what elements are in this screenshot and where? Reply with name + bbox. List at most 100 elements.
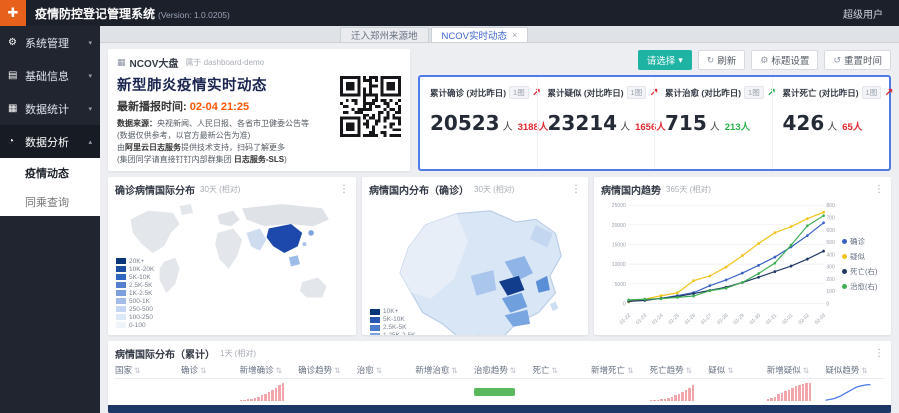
legend-item[interactable]: 治愈(右): [842, 281, 884, 292]
sort-icon[interactable]: ⇅: [627, 366, 633, 375]
stat-unit: 人: [827, 122, 838, 133]
reset-time-button[interactable]: ↺ 重置时间: [824, 50, 891, 70]
sort-icon[interactable]: ⇅: [134, 366, 140, 375]
dashboard-grid-icon: ▦: [117, 57, 126, 67]
sort-icon[interactable]: ⇅: [686, 366, 692, 375]
dashboard: ▦ NCOV大盘 属于 dashboard-demo 新型肺炎疫情实时动态 最新…: [100, 43, 899, 413]
kebab-menu-icon[interactable]: ⋮: [571, 184, 581, 195]
table-cell: [766, 379, 826, 405]
sort-icon[interactable]: ⇅: [276, 366, 282, 375]
svg-text:01-25: 01-25: [668, 312, 681, 326]
svg-text:15000: 15000: [612, 242, 626, 248]
main-content: 迁入郑州来源地 NCOV实时动态 × ▦ NCOV大盘 属于 dashboard…: [100, 26, 899, 413]
column-header[interactable]: 国家 ⇅: [115, 364, 181, 376]
legend-item[interactable]: 确诊: [842, 236, 884, 247]
kebab-menu-icon[interactable]: ⋮: [339, 184, 349, 195]
column-header[interactable]: 确诊 ⇅: [181, 364, 240, 376]
table-cell: [415, 379, 474, 405]
sidebar-subitem-label: 疫情动态: [25, 167, 69, 180]
sidebar-item-label: 数据分析: [25, 136, 69, 149]
sort-icon[interactable]: ⇅: [551, 366, 557, 375]
sort-icon[interactable]: ⇅: [451, 366, 457, 375]
column-header[interactable]: 治愈 ⇅: [357, 364, 416, 376]
sidebar-item-cotravel-query[interactable]: 同乘查询: [0, 187, 100, 216]
tab-zhengzhou-origin[interactable]: 迁入郑州来源地: [340, 27, 429, 42]
sort-icon[interactable]: ⇅: [376, 366, 382, 375]
pie-chart-icon: ◔: [8, 136, 15, 147]
svg-text:01-26: 01-26: [684, 312, 697, 326]
stat-cured: 累计治愈 (对比昨日) 1图 ↗ 715 人 213人: [654, 77, 776, 169]
tab-ncov-realtime[interactable]: NCOV实时动态 ×: [430, 27, 529, 42]
svg-text:600: 600: [826, 228, 834, 234]
sort-icon[interactable]: ⇅: [727, 366, 733, 375]
stat-label: 累计确诊 (对比昨日): [430, 87, 507, 98]
sidebar-item-analysis[interactable]: ◔ 数据分析 ▴: [0, 125, 100, 158]
legend-item: 1.25K-2.5K: [370, 332, 416, 335]
refresh-button[interactable]: ↻ 刷新: [697, 50, 746, 70]
column-header[interactable]: 新增死亡 ⇅: [591, 364, 650, 376]
legend-item: 5K-10K: [116, 273, 154, 281]
column-header[interactable]: 疑似 ⇅: [708, 364, 767, 376]
legend-item: 10K-20K: [116, 265, 154, 273]
filter-select[interactable]: 请选择 ▾: [637, 50, 692, 70]
legend-item: 100-250: [116, 313, 154, 321]
kebab-menu-icon[interactable]: ⋮: [874, 184, 884, 195]
sort-icon[interactable]: ⇅: [861, 366, 867, 375]
sort-icon[interactable]: ⇅: [510, 366, 516, 375]
sidebar-subitem-label: 同乘查询: [25, 196, 69, 209]
column-header[interactable]: 新增治愈 ⇅: [415, 364, 474, 376]
chart-icon: ▦: [8, 103, 18, 114]
tab-label: 迁入郑州来源地: [351, 31, 418, 42]
column-header[interactable]: 确诊趋势 ⇅: [298, 364, 357, 376]
sidebar-item-label: 系统管理: [25, 37, 69, 50]
table-row-highlight: [108, 405, 891, 413]
legend-item: 5K-10K: [370, 316, 416, 324]
sparkline-bars: [239, 383, 285, 401]
sparkline-bars: [649, 383, 695, 401]
svg-text:10000: 10000: [612, 262, 626, 268]
svg-text:01-27: 01-27: [700, 312, 713, 326]
column-header[interactable]: 死亡 ⇅: [532, 364, 591, 376]
sidebar-item-statistics[interactable]: ▦ 数据统计 ▾: [0, 92, 100, 125]
legend-item[interactable]: 疑似: [842, 251, 884, 262]
legend-item: 20K+: [116, 257, 154, 265]
stat-unit: 人: [620, 122, 631, 133]
legend-item: 2.5K-5K: [370, 324, 416, 332]
document-icon: ▤: [8, 70, 18, 81]
title-settings-button[interactable]: ⚙ 标题设置: [751, 50, 819, 70]
stat-delta: 213人: [724, 122, 751, 133]
legend-item[interactable]: 死亡(右): [842, 266, 884, 277]
sort-icon[interactable]: ⇅: [334, 366, 340, 375]
sidebar-item-label: 数据统计: [25, 103, 69, 116]
map-legend: 20K+ 10K-20K 5K-10K 2.5K-5K 1K-2.5K 500-1K 250…: [116, 257, 154, 329]
panel-title: 病情国内分布（确诊）: [369, 186, 469, 197]
user-menu[interactable]: 超级用户: [843, 6, 899, 21]
panel-title: 病情国内趋势: [601, 186, 661, 197]
column-header[interactable]: 疑似趋势 ⇅: [825, 364, 884, 376]
column-header[interactable]: 新增确诊 ⇅: [240, 364, 299, 376]
tab-label: NCOV实时动态: [441, 31, 507, 42]
sidebar-item-epidemic-trends[interactable]: 疫情动态: [0, 158, 100, 187]
svg-text:01-29: 01-29: [733, 312, 746, 326]
legend-item: 1K-2.5K: [116, 289, 154, 297]
legend-item: 0-100: [116, 321, 154, 329]
table-cell: [591, 379, 650, 405]
stat-unit: 人: [709, 122, 720, 133]
caret-down-icon: ▾: [678, 54, 683, 65]
data-source-note: 数据来源：央视新闻、人民日报、各省市卫健委公告等 (数据仅供参考，以官方最新公告…: [117, 119, 309, 164]
svg-text:01-28: 01-28: [716, 312, 729, 326]
sidebar-item-system[interactable]: ⚙ 系统管理 ▾: [0, 26, 100, 59]
close-icon[interactable]: ×: [512, 30, 517, 40]
column-header[interactable]: 治愈趋势 ⇅: [474, 364, 533, 376]
column-header[interactable]: 死亡趋势 ⇅: [650, 364, 709, 376]
stat-suspected: 累计疑似 (对比昨日) 1图 ↗ 23214 人 1656人: [536, 77, 666, 169]
stat-label: 累计疑似 (对比昨日): [547, 87, 624, 98]
svg-text:20000: 20000: [612, 223, 626, 229]
sort-icon[interactable]: ⇅: [803, 366, 809, 375]
kebab-menu-icon[interactable]: ⋮: [874, 348, 884, 359]
sort-icon[interactable]: ⇅: [200, 366, 206, 375]
board-name: NCOV大盘: [129, 59, 179, 70]
legend-item: 10K+: [370, 308, 416, 316]
sidebar-item-baseinfo[interactable]: ▤ 基础信息 ▾: [0, 59, 100, 92]
column-header[interactable]: 新增疑似 ⇅: [767, 364, 826, 376]
